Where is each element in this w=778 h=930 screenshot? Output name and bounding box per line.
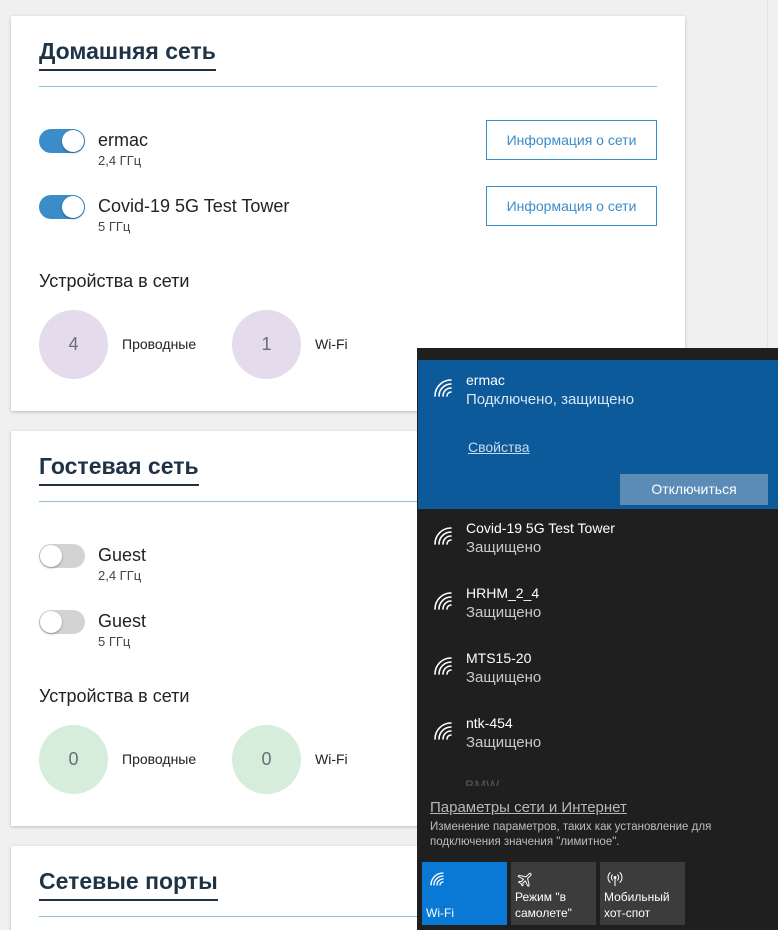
devices-heading: Устройства в сети [39,686,190,706]
wifi-label: Wi-Fi [315,336,348,352]
network-status: Защищено [466,669,542,686]
wifi-device-count: 1 [232,310,301,379]
hotspot-icon [607,872,623,887]
network-ssid: Covid-19 5G Test Tower [98,196,290,216]
guest-network-title: Гостевая сеть [39,453,199,486]
airplane-mode-quick-action[interactable]: Режим "в самолете" [511,862,596,925]
available-network[interactable]: Covid-19 5G Test Tower Защищено [417,514,778,576]
network-row-home-1: ermac 2,4 ГГц Информация о сети [39,120,657,174]
network-toggle[interactable] [39,610,85,634]
network-ssid: Guest [98,611,147,631]
wifi-icon [434,379,452,397]
partial-network-name[interactable]: BMW [465,778,499,786]
wifi-icon [434,657,452,675]
toggle-knob [40,545,62,567]
network-name: HRHM_2_4 [466,585,540,601]
connected-network-name: ermac [466,372,505,388]
connected-network[interactable]: ermac Подключено, защищено Свойства Откл… [418,360,778,509]
network-toggle[interactable] [39,195,85,219]
disconnect-button[interactable]: Отключиться [620,474,768,505]
home-network-title: Домашняя сеть [39,38,216,71]
divider [39,86,657,87]
network-ssid: ermac [98,130,149,150]
network-status: Защищено [466,604,542,621]
network-toggle[interactable] [39,544,85,568]
network-info-button[interactable]: Информация о сети [486,186,657,226]
wired-label: Проводные [122,751,197,767]
network-status: Защищено [466,539,542,556]
network-band: 5 ГГц [98,219,131,234]
network-band: 2,4 ГГц [98,568,142,583]
mobile-hotspot-quick-action[interactable]: Мобильный хот-спот [600,862,685,925]
wired-device-count: 0 [39,725,108,794]
wifi-icon [430,872,444,886]
network-band: 5 ГГц [98,634,131,649]
network-name: MTS15-20 [466,650,532,666]
network-settings-link[interactable]: Параметры сети и Интернет [430,799,627,816]
network-name: Covid-19 5G Test Tower [466,520,615,536]
network-name: ntk-454 [466,715,513,731]
network-status: Защищено [466,734,542,751]
available-network[interactable]: MTS15-20 Защищено [417,644,778,706]
toggle-knob [62,130,84,152]
wired-label: Проводные [122,336,197,352]
toggle-knob [62,196,84,218]
available-network[interactable]: HRHM_2_4 Защищено [417,579,778,641]
available-network[interactable]: ntk-454 Защищено [417,709,778,771]
network-ports-title: Сетевые порты [39,868,218,901]
network-toggle[interactable] [39,129,85,153]
devices-heading: Устройства в сети [39,271,190,291]
network-info-button[interactable]: Информация о сети [486,120,657,160]
wifi-label: Wi-Fi [315,751,348,767]
wifi-quick-action[interactable]: Wi-Fi [422,862,507,925]
wifi-icon [434,722,452,740]
network-band: 2,4 ГГц [98,153,142,168]
wifi-icon [434,592,452,610]
network-row-home-2: Covid-19 5G Test Tower 5 ГГц Информация … [39,186,657,240]
properties-link[interactable]: Свойства [468,439,529,455]
quick-action-label: Режим "в самолете" [515,890,572,920]
quick-action-label: Мобильный хот-спот [604,890,670,920]
network-settings-description: Изменение параметров, таких как установл… [430,821,712,848]
quick-action-label: Wi-Fi [426,906,454,920]
toggle-knob [40,611,62,633]
wired-device-count: 4 [39,310,108,379]
connected-network-status: Подключено, защищено [466,391,635,408]
wifi-icon [434,527,452,545]
network-flyout: ermac Подключено, защищено Свойства Откл… [417,348,778,930]
wifi-device-count: 0 [232,725,301,794]
network-ssid: Guest [98,545,147,565]
airplane-icon [517,872,532,887]
